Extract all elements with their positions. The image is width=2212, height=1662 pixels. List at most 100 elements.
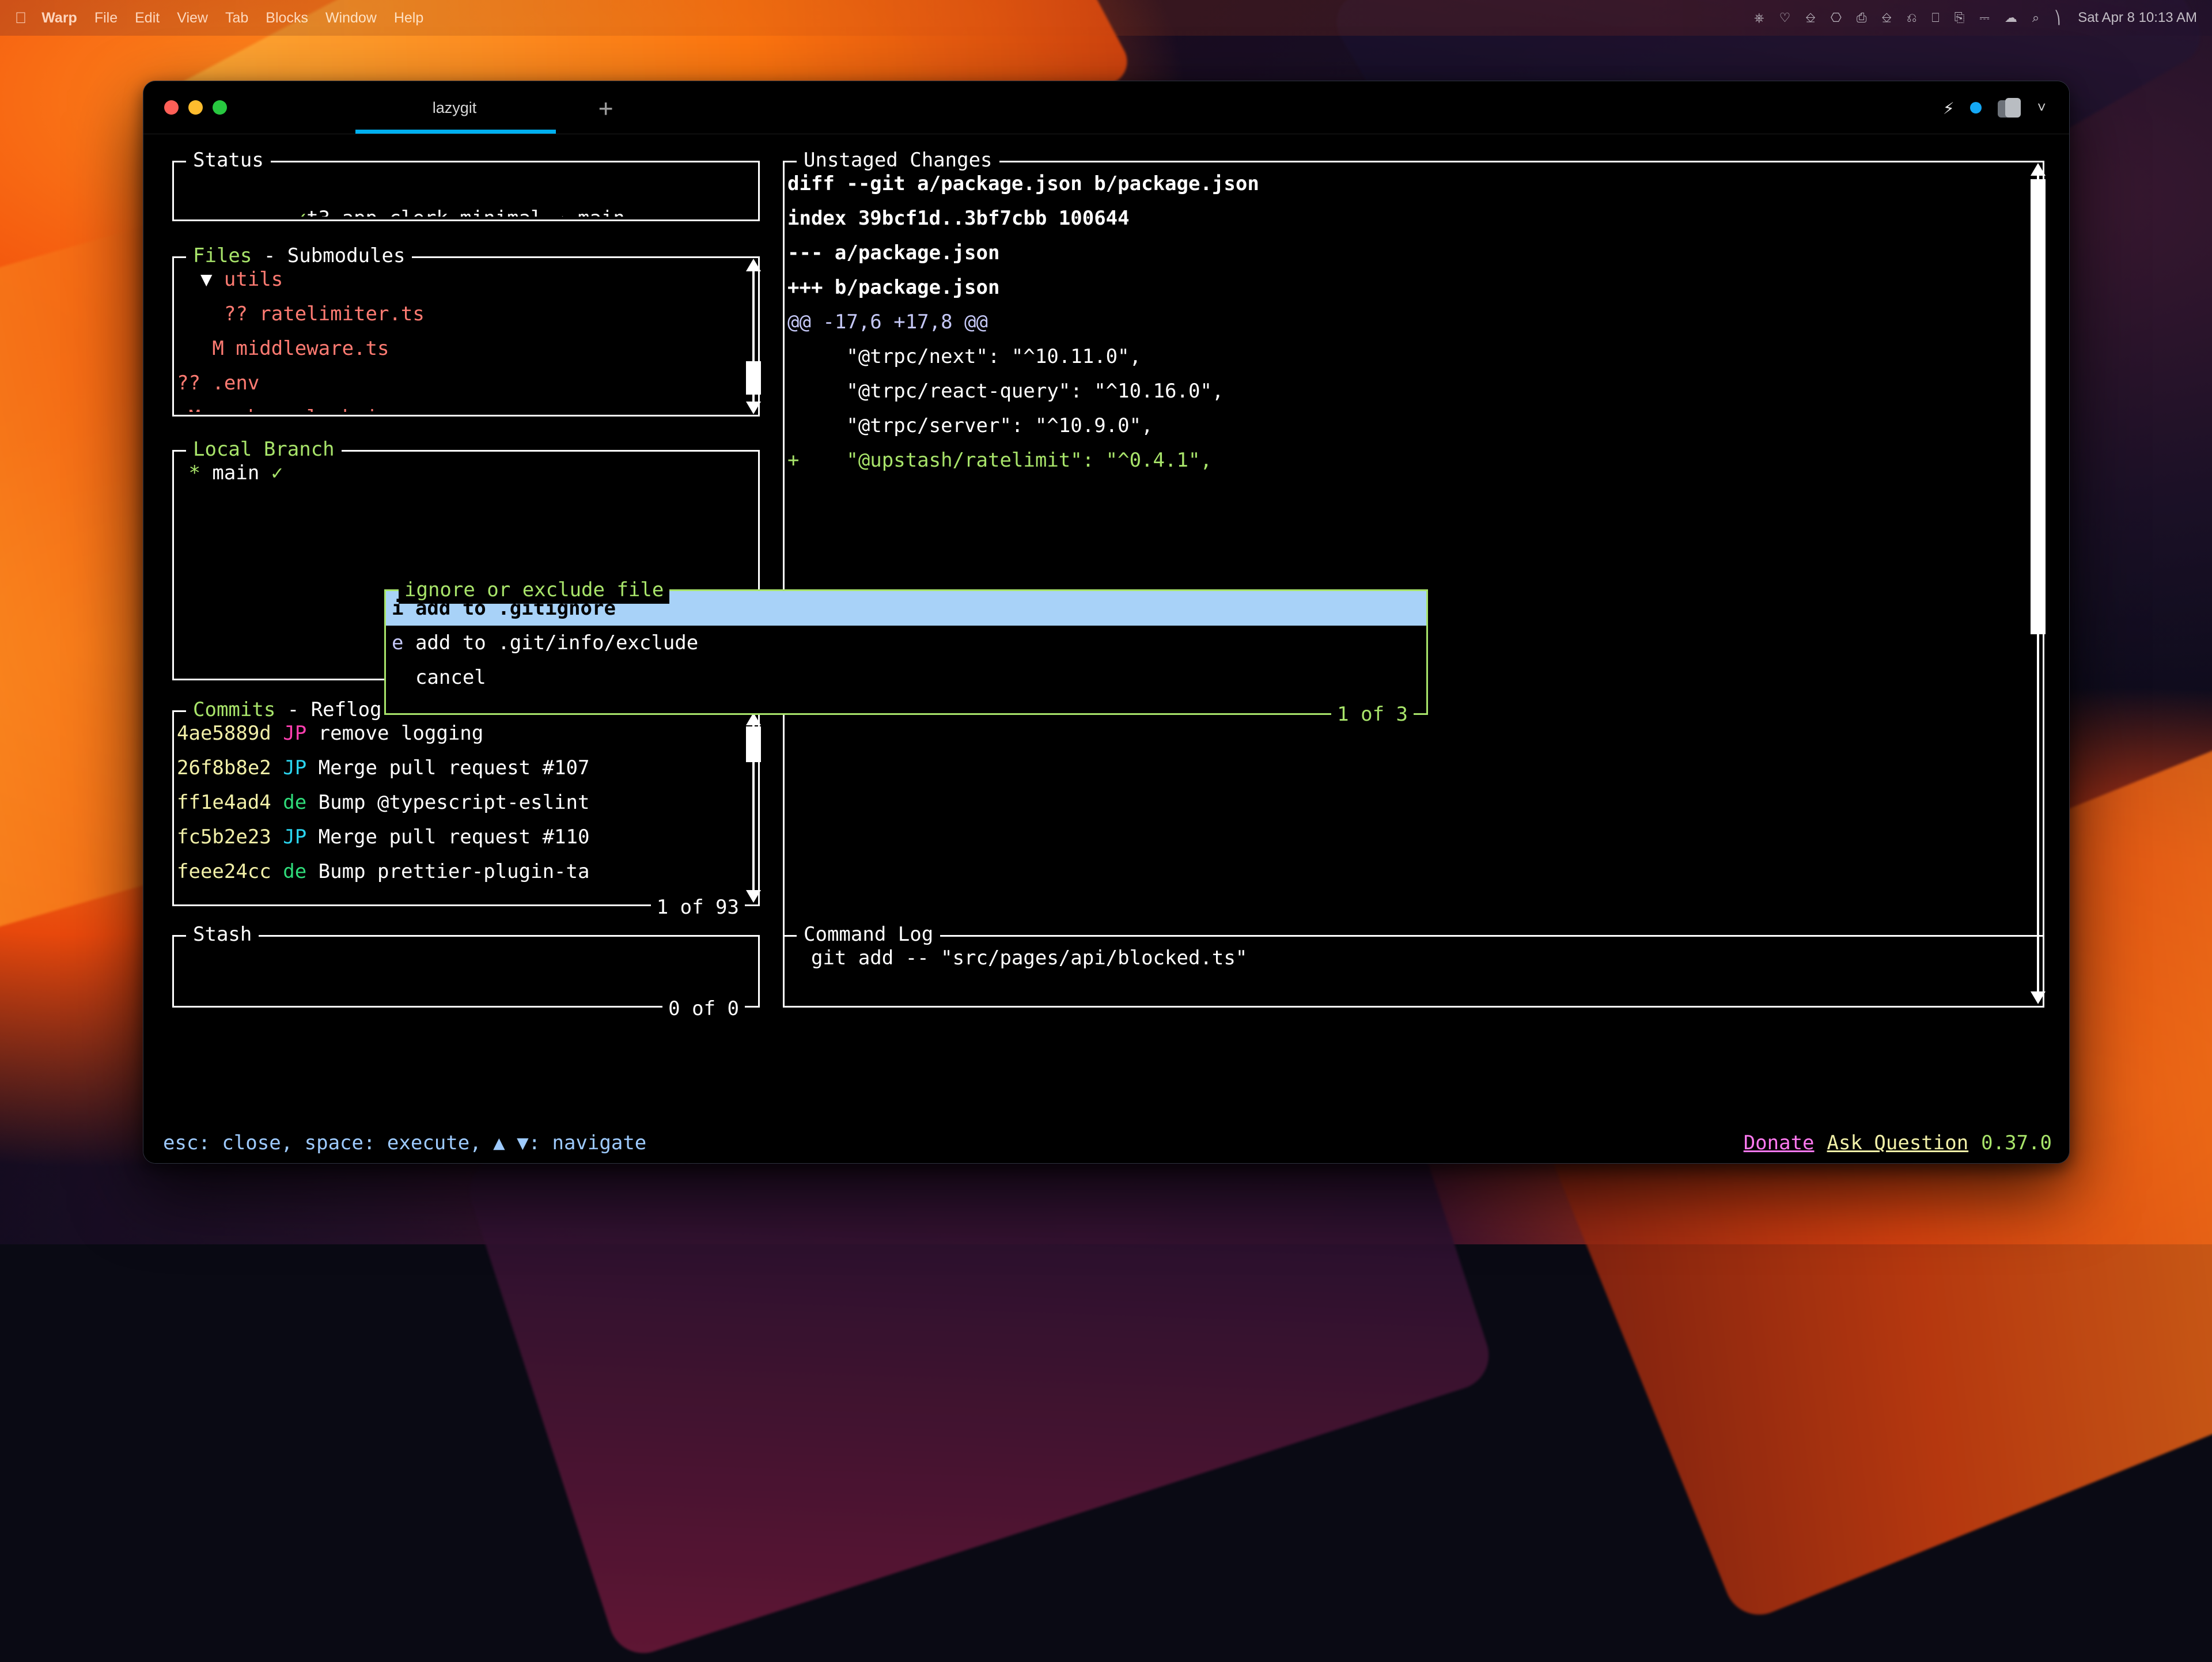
menu-item-edit[interactable]: Edit <box>135 10 160 26</box>
commit-row[interactable]: feee24cc de Bump prettier-plugin-ta <box>177 854 755 889</box>
macos-menubar:  Warp File Edit View Tab Blocks Window … <box>0 0 2212 36</box>
check-icon: ✓ <box>295 207 306 217</box>
clipboard-icon[interactable]: ⎙ <box>1857 10 1867 25</box>
menu-item-help[interactable]: Help <box>394 10 423 26</box>
menu-item-view[interactable]: View <box>177 10 208 26</box>
commit-row[interactable]: 26f8b8e2 JP Merge pull request #107 <box>177 751 755 785</box>
menu-item-window[interactable]: Window <box>325 10 377 26</box>
branch-row[interactable]: * main ✓ <box>177 456 755 490</box>
battery-icon[interactable]: ⎓ <box>1979 10 1990 25</box>
command-log-panel[interactable]: Command Log git add -- "src/pages/api/bl… <box>783 935 2044 1008</box>
file-row[interactable]: M middleware.ts <box>177 331 755 366</box>
scrollbar-thumb[interactable] <box>746 726 761 762</box>
status-panel[interactable]: Status ✓t3-app-clerk-minimal → main <box>172 161 760 221</box>
menu-item-tab[interactable]: Tab <box>225 10 248 26</box>
menu-item-warp[interactable]: Warp <box>41 10 77 26</box>
diff-scrollbar[interactable] <box>2031 163 2046 1004</box>
ask-question-link[interactable]: Ask Question <box>1827 1126 1969 1160</box>
commit-row[interactable]: ff1e4ad4 de Bump @typescript-eslint <box>177 785 755 820</box>
file-row[interactable]: ?? ratelimiter.ts <box>177 297 755 331</box>
diff-line: +++ b/package.json <box>787 270 2040 305</box>
stash-panel[interactable]: Stash 0 of 0 <box>172 935 760 1008</box>
scroll-up-arrow-icon[interactable] <box>2031 163 2046 176</box>
scroll-down-arrow-icon[interactable] <box>746 890 761 903</box>
apple-icon[interactable]:  <box>15 9 26 27</box>
menubar-clock[interactable]: Sat Apr 8 10:13 AM <box>2078 10 2197 26</box>
file-row-indent: ▼ <box>177 268 224 291</box>
branch-name: main <box>212 461 259 484</box>
vpn-icon[interactable]: ⎔ <box>1831 10 1842 25</box>
commit-author: JP <box>283 826 318 849</box>
heart-icon[interactable]: ♡ <box>1779 10 1791 25</box>
split-panes-icon[interactable] <box>1998 98 2021 118</box>
branch-check-icon: ✓ <box>259 461 283 484</box>
commits-panel[interactable]: Commits - Reflog 1 of 93 4ae5889d JP rem… <box>172 710 760 906</box>
commit-hash: ff1e4ad4 <box>177 791 283 814</box>
warp-terminal-window: lazygit + ⚡ ˅ Status ✓t3-app-clerk-minim… <box>143 81 2070 1164</box>
popup-menu-list: i add to .gitignoree add to .git/info/ex… <box>386 591 1426 695</box>
new-tab-button[interactable]: + <box>599 81 613 134</box>
ignore-or-exclude-popup[interactable]: ignore or exclude file 1 of 3 i add to .… <box>384 589 1428 715</box>
footer-bar: esc: close, space: execute, ▲ ▼: navigat… <box>143 1123 2069 1163</box>
file-row[interactable]: ▼ utils <box>177 262 755 297</box>
file-row-indent <box>177 406 188 412</box>
commit-author: JP <box>283 722 318 745</box>
file-row-indent <box>177 337 212 360</box>
commits-scrollbar[interactable] <box>746 713 761 903</box>
commit-hash: feee24cc <box>177 860 283 883</box>
commit-hash: 4ae5889d <box>177 722 283 745</box>
donate-link[interactable]: Donate <box>1744 1126 1815 1160</box>
file-row[interactable]: M package-lock.json <box>177 400 755 412</box>
branch-marker: * <box>177 461 212 484</box>
diff-line: "@trpc/react-query": "^10.16.0", <box>787 374 2040 408</box>
minimize-button[interactable] <box>188 100 203 115</box>
lazygit-tui: Status ✓t3-app-clerk-minimal → main File… <box>143 134 2069 1163</box>
file-row-label: M middleware.ts <box>212 337 389 360</box>
commit-author: de <box>283 791 318 814</box>
popup-item-key <box>392 666 415 689</box>
diff-line: index 39bcf1d..3bf7cbb 100644 <box>787 201 2040 236</box>
unstaged-changes-panel[interactable]: Unstaged Changes diff --git a/package.js… <box>783 161 2044 1008</box>
window-titlebar: lazygit + ⚡ ˅ <box>143 81 2069 134</box>
display-icon[interactable]: ⎕ <box>1931 10 1939 25</box>
popup-menu-item[interactable]: cancel <box>386 660 1426 695</box>
menu-item-blocks[interactable]: Blocks <box>266 10 308 26</box>
scroll-up-arrow-icon[interactable] <box>746 259 761 271</box>
status-repo-branch: t3-app-clerk-minimal → main <box>306 207 625 217</box>
scrollbar-thumb[interactable] <box>746 361 761 395</box>
command-log-line: git add -- "src/pages/api/blocked.ts" <box>787 941 2040 975</box>
chevron-down-icon[interactable]: ˅ <box>2037 99 2046 117</box>
keybinding-hints: esc: close, space: execute, ▲ ▼: navigat… <box>163 1126 646 1160</box>
shield-icon[interactable]: ⎒ <box>1805 10 1815 25</box>
commit-message: Merge pull request #107 <box>319 756 590 779</box>
popup-item-label: cancel <box>415 666 486 689</box>
scissors-icon[interactable]: ⎌ <box>1907 10 1917 25</box>
bluetooth-icon[interactable]: ⎈ <box>1754 10 1764 25</box>
diff-line: + "@upstash/ratelimit": "^0.4.1", <box>787 443 2040 478</box>
zoom-button[interactable] <box>213 100 227 115</box>
file-row-label: M package-lock.json <box>188 406 412 412</box>
command-log-panel-body: git add -- "src/pages/api/blocked.ts" <box>787 941 2040 1003</box>
scroll-down-arrow-icon[interactable] <box>746 402 761 414</box>
status-row[interactable]: ✓t3-app-clerk-minimal → main <box>177 166 755 201</box>
close-button[interactable] <box>164 100 179 115</box>
popup-menu-item[interactable]: e add to .git/info/exclude <box>386 626 1426 660</box>
tab-lazygit[interactable]: lazygit <box>351 81 558 134</box>
files-panel[interactable]: Files - Submodules ▼ utils ?? ratelimite… <box>172 256 760 417</box>
commits-panel-body: 4ae5889d JP remove logging26f8b8e2 JP Me… <box>177 716 755 902</box>
commit-message: Merge pull request #110 <box>319 826 590 849</box>
commit-row[interactable]: 4ae5889d JP remove logging <box>177 716 755 751</box>
files-scrollbar[interactable] <box>746 259 761 414</box>
bolt-icon[interactable]: ⚡ <box>1943 97 1954 119</box>
wifi-icon[interactable]: ☁ <box>2005 10 2017 25</box>
scrollbar-thumb[interactable] <box>2031 179 2046 634</box>
commit-row[interactable]: fc5b2e23 JP Merge pull request #110 <box>177 820 755 854</box>
record-icon[interactable]: ⎘ <box>1955 10 1965 25</box>
commit-author: de <box>283 860 318 883</box>
file-row[interactable]: ?? .env <box>177 366 755 400</box>
control-center-icon[interactable]: ⎞ <box>2054 10 2061 25</box>
search-icon[interactable]: ⌕ <box>2032 10 2039 25</box>
commit-hash: 26f8b8e2 <box>177 756 283 779</box>
timer-icon[interactable]: ⎒ <box>1882 10 1892 25</box>
menu-item-file[interactable]: File <box>94 10 118 26</box>
